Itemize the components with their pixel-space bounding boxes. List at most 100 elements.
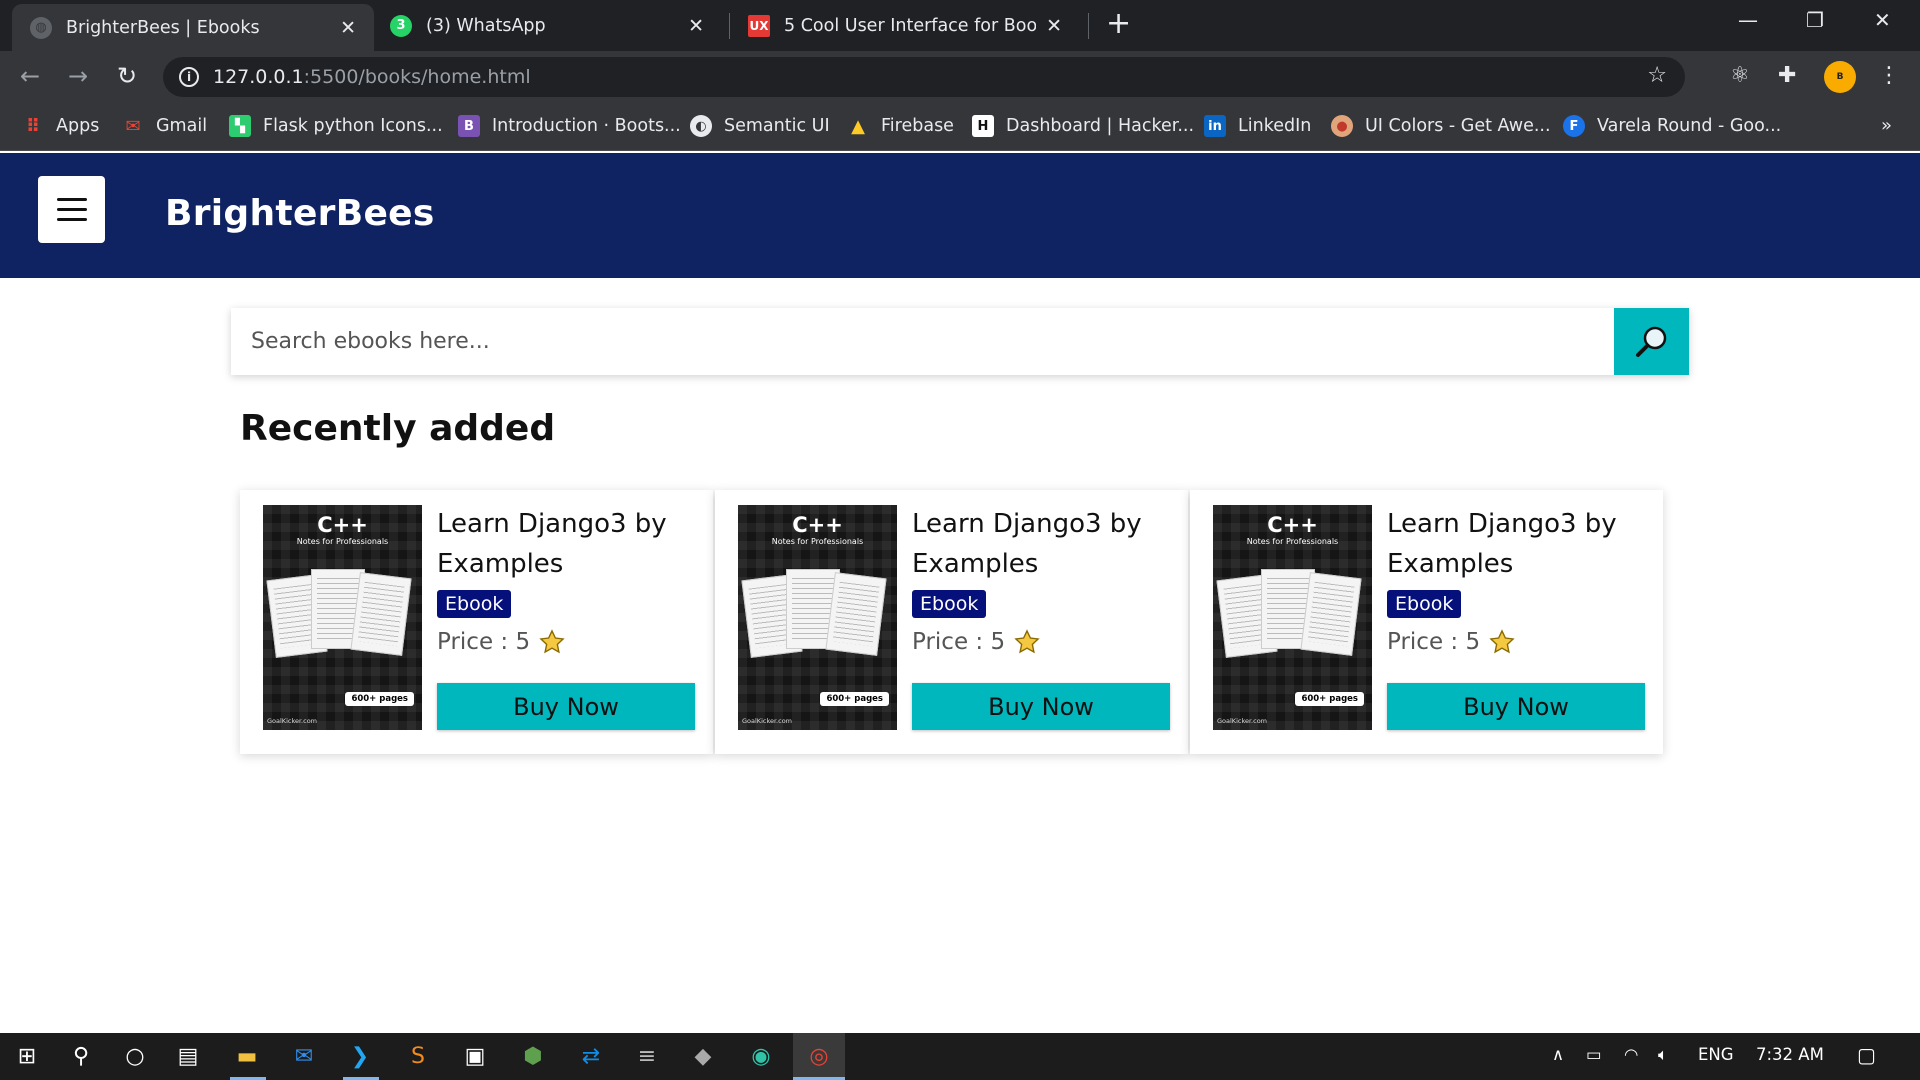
- bookmark-bootstrap[interactable]: B Introduction · Boots...: [458, 115, 681, 137]
- show-hidden-icons-icon[interactable]: ∧: [1552, 1045, 1564, 1064]
- restore-icon[interactable]: ❐: [1806, 8, 1824, 32]
- search-button[interactable]: [1614, 308, 1689, 375]
- bookmark-label: Apps: [56, 116, 100, 136]
- more-bookmarks-icon[interactable]: »: [1881, 115, 1892, 136]
- cover-pages-badge: 600+ pages: [1295, 692, 1364, 706]
- info-icon[interactable]: i: [179, 67, 199, 87]
- book-cover-image[interactable]: C++ Notes for Professionals 600+ pages G…: [1213, 505, 1372, 730]
- close-tab-icon[interactable]: ✕: [340, 17, 356, 39]
- back-icon[interactable]: ←: [20, 62, 40, 90]
- bookmark-label: Varela Round - Goo...: [1597, 116, 1782, 136]
- bookmark-gmail[interactable]: ✉ Gmail: [122, 115, 207, 137]
- bookmark-firebase[interactable]: ▲ Firebase: [847, 115, 954, 137]
- book-cover-image[interactable]: C++ Notes for Professionals 600+ pages G…: [738, 505, 897, 730]
- language-indicator[interactable]: ENG: [1698, 1045, 1734, 1064]
- semantic-ui-icon: ◐: [690, 115, 712, 137]
- bookmark-apps[interactable]: ⠿ Apps: [22, 115, 99, 137]
- bookmark-label: Firebase: [881, 116, 954, 136]
- minimize-icon[interactable]: —: [1738, 8, 1758, 32]
- close-tab-icon[interactable]: ✕: [688, 15, 704, 37]
- search-icon[interactable]: ⚲: [66, 1041, 96, 1071]
- battery-icon[interactable]: ▭: [1586, 1045, 1602, 1064]
- nodejs-icon[interactable]: ⬢: [518, 1041, 548, 1071]
- tab-divider: [1088, 13, 1089, 39]
- cover-footer: GoalKicker.com: [1217, 717, 1268, 725]
- search-bar: [231, 308, 1689, 375]
- chrome-icon[interactable]: ◎: [804, 1041, 834, 1071]
- buy-now-button[interactable]: Buy Now: [912, 683, 1170, 730]
- react-devtools-icon[interactable]: ⚛: [1730, 63, 1750, 88]
- ebook-badge: Ebook: [912, 590, 987, 618]
- bookmark-linkedin[interactable]: in LinkedIn: [1204, 115, 1311, 137]
- book-title[interactable]: Learn Django3 by Examples: [912, 504, 1172, 584]
- book-cover-image[interactable]: C++ Notes for Professionals 600+ pages G…: [263, 505, 422, 730]
- file-explorer-icon[interactable]: ▬: [232, 1041, 262, 1071]
- bootstrap-icon: B: [458, 115, 480, 137]
- close-window-icon[interactable]: ✕: [1874, 8, 1891, 32]
- hamburger-menu-button[interactable]: [38, 176, 105, 243]
- bookmark-label: Dashboard | Hacker...: [1006, 116, 1195, 136]
- bookmark-star-icon[interactable]: ☆: [1647, 63, 1667, 88]
- tab-whatsapp[interactable]: 3 (3) WhatsApp ✕: [372, 0, 722, 51]
- gmail-icon: ✉: [125, 115, 141, 137]
- cover-page-sheet: [1300, 572, 1362, 656]
- site-header: BrighterBees: [0, 153, 1920, 278]
- bookmark-hackerrank[interactable]: H Dashboard | Hacker...: [972, 115, 1194, 137]
- sublime-text-icon[interactable]: S: [403, 1041, 433, 1071]
- extensions-puzzle-icon[interactable]: ✚: [1778, 63, 1796, 88]
- book-title[interactable]: Learn Django3 by Examples: [1387, 504, 1647, 584]
- address-bar[interactable]: i 127.0.0.1:5500/books/home.html ☆: [163, 57, 1685, 97]
- ui-colors-icon: ●: [1331, 115, 1353, 137]
- ux-icon: UX: [748, 14, 770, 37]
- star-icon: [539, 629, 565, 654]
- cortana-icon[interactable]: ○: [120, 1041, 150, 1071]
- price-label: Price : 5: [1387, 629, 1481, 655]
- price: Price : 5: [1387, 628, 1516, 656]
- windows-start-icon[interactable]: ⊞: [12, 1041, 42, 1071]
- cover-page-sheet: [350, 572, 412, 656]
- search-icon: [1635, 326, 1666, 357]
- brand-logo[interactable]: BrighterBees: [165, 193, 435, 234]
- edge-icon[interactable]: ◉: [746, 1041, 776, 1071]
- mail-icon[interactable]: ✉: [289, 1041, 319, 1071]
- git-icon[interactable]: ◆: [688, 1041, 718, 1071]
- buy-now-button[interactable]: Buy Now: [437, 683, 695, 730]
- bookmark-label: Gmail: [156, 116, 208, 136]
- cover-subtitle: Notes for Professionals: [296, 537, 389, 546]
- clock[interactable]: 7:32 AM: [1756, 1045, 1824, 1064]
- bookmark-google-fonts[interactable]: F Varela Round - Goo...: [1563, 115, 1781, 137]
- buy-now-button[interactable]: Buy Now: [1387, 683, 1645, 730]
- globe-icon: ◍: [30, 16, 52, 39]
- cover-subtitle: Notes for Professionals: [1246, 537, 1339, 546]
- profile-avatar[interactable]: B: [1824, 61, 1856, 93]
- wifi-icon[interactable]: ◠: [1624, 1045, 1638, 1064]
- tab-brighterbees[interactable]: ◍ BrighterBees | Ebooks ✕: [12, 4, 374, 51]
- reload-icon[interactable]: ↻: [117, 62, 137, 90]
- bookmark-flask-icons[interactable]: ▚ Flask python Icons...: [229, 115, 443, 137]
- close-tab-icon[interactable]: ✕: [1046, 15, 1062, 37]
- bookmark-semantic-ui[interactable]: ◐ Semantic UI: [690, 115, 830, 137]
- notifications-icon[interactable]: ▢: [1857, 1043, 1876, 1067]
- teamviewer-icon[interactable]: ⇄: [576, 1041, 606, 1071]
- book-title[interactable]: Learn Django3 by Examples: [437, 504, 697, 584]
- ebook-badge: Ebook: [437, 590, 512, 618]
- tab-title: BrighterBees | Ebooks: [66, 17, 260, 38]
- whatsapp-icon: 3: [390, 14, 412, 37]
- bookmark-ui-colors[interactable]: ● UI Colors - Get Awe...: [1331, 115, 1551, 137]
- menu-kebab-icon[interactable]: ⋮: [1878, 63, 1900, 88]
- database-icon[interactable]: ≡: [632, 1041, 662, 1071]
- browser-toolbar: ← → ↻ i 127.0.0.1:5500/books/home.html ☆…: [0, 51, 1920, 103]
- forward-icon[interactable]: →: [68, 62, 88, 90]
- hamburger-line: [56, 218, 87, 221]
- new-tab-icon[interactable]: +: [1106, 6, 1131, 41]
- bookmark-label: Introduction · Boots...: [492, 116, 681, 136]
- cover-subtitle: Notes for Professionals: [771, 537, 864, 546]
- cover-footer: GoalKicker.com: [742, 717, 793, 725]
- tab-ux[interactable]: UX 5 Cool User Interface for Bookstc ✕: [730, 0, 1080, 51]
- volume-icon[interactable]: 🔈︎: [1658, 1045, 1668, 1065]
- file-icon[interactable]: ▣: [460, 1041, 490, 1071]
- search-input[interactable]: [231, 308, 1614, 375]
- task-view-icon[interactable]: ▤: [173, 1041, 203, 1071]
- google-fonts-icon: F: [1563, 115, 1585, 137]
- vscode-icon[interactable]: ❯: [345, 1041, 375, 1071]
